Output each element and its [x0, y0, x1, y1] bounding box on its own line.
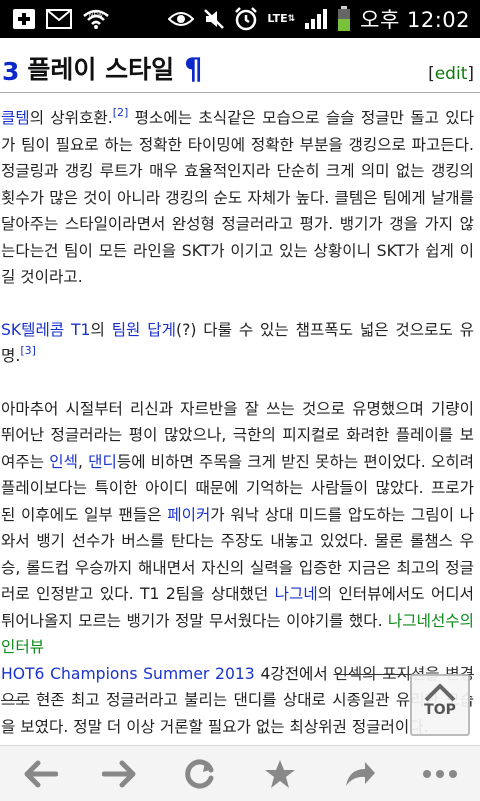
wifi-new-icon: NEW	[82, 8, 110, 30]
more-button[interactable]	[410, 749, 470, 799]
section-title: 플레이 스타일	[27, 55, 175, 84]
link-hot6-champions[interactable]: HOT6 Champions Summer 2013	[1, 665, 255, 683]
mail-icon	[46, 9, 72, 29]
notification-area: NEW	[0, 8, 110, 30]
signal-icon	[304, 8, 328, 30]
scroll-to-top-button[interactable]: TOP	[410, 674, 470, 736]
top-button-label: TOP	[424, 702, 456, 718]
refresh-button[interactable]	[170, 749, 230, 799]
arrow-up-icon	[424, 684, 456, 702]
bookmark-button[interactable]	[250, 749, 310, 799]
link-nagne[interactable]: 나그네	[275, 585, 318, 603]
link-faker[interactable]: 페이커	[167, 506, 210, 524]
browser-toolbar	[0, 745, 480, 801]
section-number: 3	[2, 57, 20, 86]
clock: 오후 12:02	[360, 8, 470, 32]
footnote-ref-3[interactable]: [3]	[20, 344, 36, 357]
article-content: 3 플레이 스타일 ¶ [edit] 클템의 상위호환.[2] 평소에는 초식같…	[0, 38, 480, 748]
footnote-ref-2[interactable]: [2]	[113, 106, 129, 119]
back-button[interactable]	[10, 749, 70, 799]
link-dagge[interactable]: 답게	[147, 321, 176, 339]
link-dandy[interactable]: 댄디	[88, 453, 117, 471]
pilcrow-anchor-link[interactable]: ¶	[184, 52, 202, 86]
link-team-member[interactable]: 팀원	[112, 321, 141, 339]
section-heading: 3 플레이 스타일 ¶ [edit]	[0, 50, 480, 93]
paragraph-2: SK텔레콤 T1의 팀원 답게(?) 다룰 수 있는 챔프폭도 넓은 것으로도 …	[1, 320, 474, 366]
add-notification-icon	[12, 8, 36, 30]
forward-icon	[102, 760, 136, 787]
alarm-icon	[234, 7, 258, 31]
paragraph-1: 클템의 상위호환.[2] 평소에는 초식같은 모습으로 슬슬 정글만 돌고 있다…	[1, 106, 474, 286]
svg-text:NEW: NEW	[89, 12, 103, 19]
link-insec[interactable]: 인섹	[49, 453, 78, 471]
edit-link[interactable]: edit	[435, 64, 468, 84]
mute-icon	[203, 8, 225, 30]
back-icon	[24, 760, 58, 787]
more-icon	[423, 769, 457, 778]
share-button[interactable]	[330, 749, 390, 799]
forward-button[interactable]	[90, 749, 150, 799]
lte-icon: LTE ⇅	[267, 12, 296, 25]
link-skt-t1[interactable]: SK텔레콤 T1	[1, 321, 90, 339]
system-icons: LTE ⇅ 오후 12:02	[168, 4, 480, 34]
link-clem[interactable]: 클템	[1, 109, 30, 127]
status-bar: NEW LTE ⇅ 오후 12:02	[0, 0, 480, 38]
paragraph-3: 아마추어 시절부터 리신과 자르반을 잘 쓰는 것으로 유명했으며 기량이 뛰어…	[1, 399, 475, 736]
battery-icon	[337, 6, 351, 32]
eye-icon	[168, 10, 195, 28]
bookmark-star-icon	[265, 759, 295, 788]
edit-link-wrapper: [edit]	[428, 64, 474, 84]
share-icon	[346, 761, 375, 786]
refresh-icon	[185, 759, 214, 788]
